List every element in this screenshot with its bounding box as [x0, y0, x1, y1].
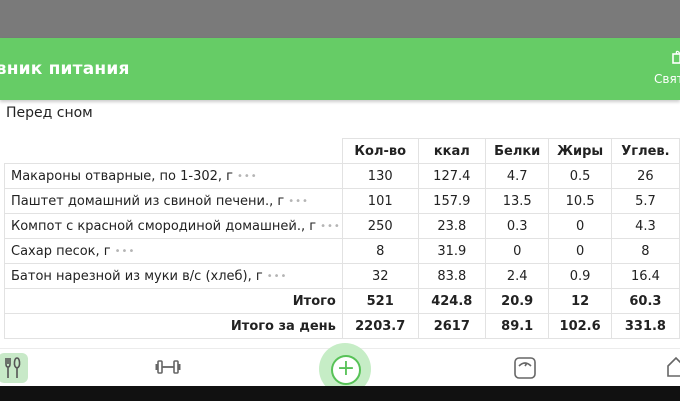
carbs-cell: 26: [610, 163, 680, 189]
kcal-cell: 31.9: [417, 238, 487, 264]
dumbbell-icon: [155, 360, 181, 374]
total-carbs: 60.3: [610, 288, 680, 314]
fat-cell: 0: [548, 238, 612, 264]
food-name-cell: Батон нарезной из муки в/с (хлеб), г •••: [4, 263, 343, 289]
add-icon: +: [331, 355, 361, 385]
table-row[interactable]: Батон нарезной из муки в/с (хлеб), г ••• …: [4, 263, 680, 289]
scale-icon: [514, 357, 536, 379]
header-qty: Кол-во: [341, 138, 419, 164]
table-row[interactable]: Компот с красной смородиной домашней., г…: [4, 213, 680, 239]
qty-cell: 101: [341, 188, 419, 214]
qty-cell: 32: [341, 263, 419, 289]
meal-content: Перед сном Кол-во ккал Белки Жиры Углев.…: [0, 100, 680, 348]
appbar-action-label: Свят: [654, 72, 680, 86]
total-kcal: 424.8: [417, 288, 487, 314]
kcal-cell: 83.8: [417, 263, 487, 289]
total-qty: 521: [341, 288, 419, 314]
kcal-cell: 157.9: [417, 188, 487, 214]
day-total-kcal: 2617: [417, 313, 487, 339]
food-name-cell: Макароны отварные, по 1-302, г •••: [4, 163, 343, 189]
carbs-cell: 5.7: [610, 188, 680, 214]
protein-cell: 0: [485, 238, 550, 264]
fat-cell: 0.9: [548, 263, 612, 289]
more-icon[interactable]: •••: [267, 271, 288, 282]
add-glyph: +: [336, 356, 356, 381]
carbs-cell: 4.3: [610, 213, 680, 239]
gift-icon: [672, 50, 680, 64]
bottom-navigation: +: [0, 343, 680, 395]
day-total-label: Итого за день: [4, 313, 343, 339]
qty-cell: 130: [341, 163, 419, 189]
meal-section-title: Перед сном: [6, 105, 93, 121]
fat-cell: 0: [548, 213, 612, 239]
appbar-action-button[interactable]: Свят: [648, 50, 680, 94]
qty-cell: 250: [341, 213, 419, 239]
fat-cell: 10.5: [548, 188, 612, 214]
day-total-carbs: 331.8: [610, 313, 680, 339]
table-row[interactable]: Сахар песок, г ••• 8 31.9 0 0 8: [4, 238, 680, 264]
food-name: Батон нарезной из муки в/с (хлеб), г: [11, 268, 263, 284]
nav-weight-button[interactable]: [513, 356, 537, 384]
cutlery-icon: [5, 357, 21, 378]
protein-cell: 13.5: [485, 188, 550, 214]
day-total-protein: 89.1: [485, 313, 550, 339]
app-title: евник питания: [0, 59, 130, 79]
nutrition-table: Кол-во ккал Белки Жиры Углев. Макароны о…: [4, 138, 680, 339]
carbs-cell: 8: [610, 238, 680, 264]
nav-workout-button[interactable]: [155, 358, 181, 380]
carbs-cell: 16.4: [610, 263, 680, 289]
total-protein: 20.9: [485, 288, 550, 314]
table-header-row: Кол-во ккал Белки Жиры Углев.: [4, 138, 680, 164]
food-name: Сахар песок, г: [11, 243, 111, 259]
table-row[interactable]: Макароны отварные, по 1-302, г ••• 130 12…: [4, 163, 680, 189]
header-carbs: Углев.: [610, 138, 680, 164]
food-name: Компот с красной смородиной домашней., г: [11, 218, 317, 234]
more-icon[interactable]: •••: [320, 221, 341, 232]
kcal-cell: 23.8: [417, 213, 487, 239]
home-icon: [667, 356, 680, 377]
nav-home-button[interactable]: [666, 356, 680, 382]
header-fat: Жиры: [548, 138, 612, 164]
app-bar: евник питания Свят: [0, 38, 680, 100]
qty-cell: 8: [341, 238, 419, 264]
total-fat: 12: [548, 288, 612, 314]
header-protein: Белки: [485, 138, 550, 164]
day-total-row: Итого за день 2203.7 2617 89.1 102.6 331…: [4, 313, 680, 339]
status-bar: [0, 0, 680, 38]
more-icon[interactable]: •••: [115, 246, 136, 257]
nav-meals-button[interactable]: [0, 353, 28, 383]
food-name: Макароны отварные, по 1-302, г: [11, 168, 233, 184]
more-icon[interactable]: •••: [288, 196, 309, 207]
food-name: Паштет домашний из свиной печени., г: [11, 193, 285, 209]
protein-cell: 4.7: [485, 163, 550, 189]
food-name-cell: Паштет домашний из свиной печени., г •••: [4, 188, 343, 214]
more-icon[interactable]: •••: [237, 171, 258, 182]
header-blank: [4, 138, 343, 164]
total-label: Итого: [4, 288, 343, 314]
meal-total-row: Итого 521 424.8 20.9 12 60.3: [4, 288, 680, 314]
day-total-fat: 102.6: [548, 313, 612, 339]
table-row[interactable]: Паштет домашний из свиной печени., г ••• …: [4, 188, 680, 214]
fat-cell: 0.5: [548, 163, 612, 189]
system-navigation-bar: [0, 386, 680, 401]
food-name-cell: Компот с красной смородиной домашней., г…: [4, 213, 343, 239]
day-total-qty: 2203.7: [341, 313, 419, 339]
header-kcal: ккал: [417, 138, 487, 164]
protein-cell: 0.3: [485, 213, 550, 239]
protein-cell: 2.4: [485, 263, 550, 289]
food-name-cell: Сахар песок, г •••: [4, 238, 343, 264]
kcal-cell: 127.4: [417, 163, 487, 189]
